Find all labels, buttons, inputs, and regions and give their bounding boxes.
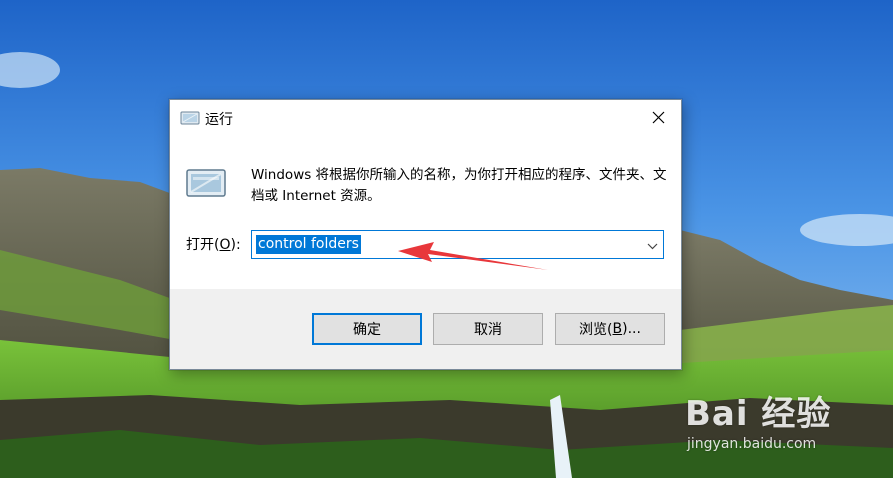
run-icon [185,167,227,199]
run-icon [180,110,200,126]
ok-button[interactable]: 确定 [312,313,422,345]
title-bar[interactable]: 运行 [170,100,681,137]
cancel-button[interactable]: 取消 [433,313,543,345]
close-button[interactable] [635,100,681,137]
open-command-combobox[interactable]: control folders [251,230,664,259]
browse-button[interactable]: 浏览(B)... [555,313,665,345]
open-label: 打开(O): [186,237,241,253]
chevron-down-icon [647,235,658,254]
close-icon [652,109,665,128]
run-dialog: 运行 Windows 将根据你所输入的名称，为你打开相应的程序、文件夹、文档或 … [169,99,682,370]
combobox-dropdown-button[interactable] [641,231,663,258]
dialog-title: 运行 [205,112,233,128]
dialog-footer: 确定 取消 浏览(B)... [170,289,681,369]
dialog-description: Windows 将根据你所输入的名称，为你打开相应的程序、文件夹、文档或 Int… [251,167,667,204]
dialog-content: Windows 将根据你所输入的名称，为你打开相应的程序、文件夹、文档或 Int… [170,137,681,289]
command-input-text[interactable]: control folders [256,235,361,254]
